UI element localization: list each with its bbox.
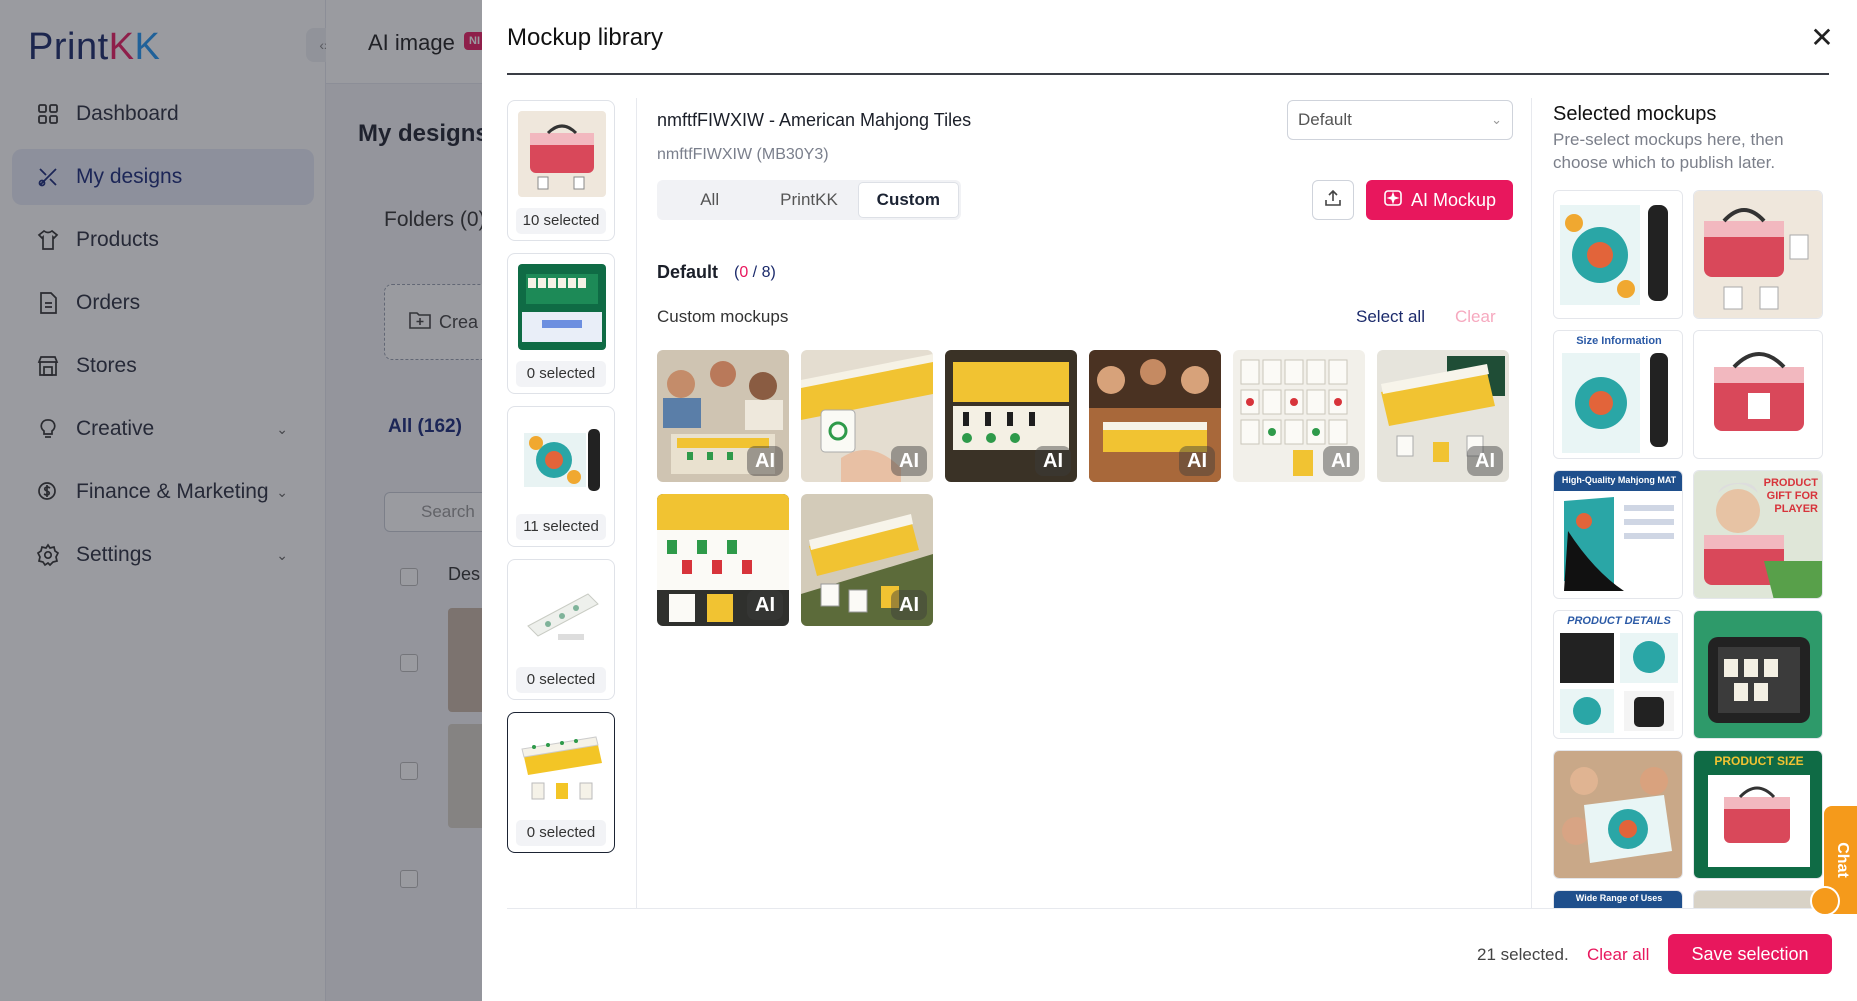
design-list: 10 selected 0 selected 11 selected 0 sel… (507, 100, 618, 865)
ai-badge: AI (747, 590, 783, 620)
selected-count: 11 selected (516, 514, 606, 540)
selected-mockup-caption: PRODUCT GIFT FOR PLAYER (1763, 477, 1818, 515)
design-thumbnail (518, 723, 606, 809)
selected-mockup-caption: PRODUCT DETAILS (1567, 615, 1671, 627)
upload-button[interactable] (1312, 180, 1354, 220)
design-thumbnail (518, 417, 606, 503)
selected-total: 21 selected. (1477, 945, 1569, 964)
ai-badge: AI (1179, 446, 1215, 476)
tab-custom[interactable]: Custom (858, 183, 958, 217)
design-sku: nmftfFIWXIW (MB30Y3) (657, 146, 829, 163)
mockup-tile[interactable]: AI (945, 350, 1077, 482)
design-thumbnail (518, 264, 606, 350)
selected-mockup-caption: High-Quality Mahjong MAT (1561, 475, 1677, 485)
selected-count: 0 selected (516, 361, 606, 387)
design-card[interactable]: 0 selected (507, 559, 615, 700)
selected-mockups-title: Selected mockups (1553, 103, 1717, 125)
selected-mockup-caption: Size Information (1576, 335, 1662, 347)
ai-badge: AI (1323, 446, 1359, 476)
clear-link[interactable]: Clear (1455, 307, 1496, 327)
design-card[interactable]: 11 selected (507, 406, 615, 547)
close-icon[interactable]: ✕ (1807, 22, 1837, 53)
mockup-library-modal: Mockup library ✕ 10 selected 0 selected … (482, 0, 1857, 1001)
design-card[interactable]: 10 selected (507, 100, 615, 241)
modal-title: Mockup library (507, 24, 664, 51)
select-all-link[interactable]: Select all (1356, 307, 1425, 327)
selected-mockup[interactable]: PRODUCT DETAILS (1553, 610, 1683, 739)
selected-count: 10 selected (516, 208, 606, 234)
design-name: nmftfFIWXIW - American Mahjong Tiles (657, 110, 972, 130)
selected-mockup[interactable] (1693, 890, 1823, 908)
mockup-tile[interactable]: AI (801, 494, 933, 626)
design-thumbnail (518, 111, 606, 197)
section-count: (0 / 8) (734, 264, 776, 281)
mockup-tile[interactable]: AI (657, 494, 789, 626)
mockup-tile[interactable]: AI (801, 350, 933, 482)
ai-mockup-button[interactable]: AI Mockup (1366, 180, 1513, 220)
mockup-tile[interactable]: AI (1233, 350, 1365, 482)
selected-mockup[interactable] (1693, 190, 1823, 319)
divider (507, 73, 1829, 75)
selected-mockup-caption: PRODUCT SIZE (1714, 754, 1804, 768)
ai-badge: AI (1035, 446, 1071, 476)
ai-badge: AI (891, 446, 927, 476)
sparkle-icon (1383, 188, 1405, 213)
custom-mockups-label: Custom mockups (657, 307, 789, 326)
selected-mockup[interactable] (1693, 330, 1823, 459)
save-selection-button[interactable]: Save selection (1668, 934, 1832, 974)
selected-mockup[interactable] (1553, 750, 1683, 879)
design-card[interactable]: 0 selected (507, 253, 615, 394)
selected-mockup-caption: Wide Range of Uses (1575, 893, 1663, 903)
clear-all-link[interactable]: Clear all (1587, 945, 1649, 965)
divider (1531, 98, 1532, 908)
selected-mockup[interactable]: PRODUCT GIFT FOR PLAYER (1693, 470, 1823, 599)
section-title: Default (657, 262, 719, 282)
ai-badge: AI (1467, 446, 1503, 476)
selected-count: 0 selected (516, 667, 606, 693)
upload-icon (1324, 189, 1342, 212)
selected-count: 0 selected (516, 820, 606, 846)
tab-all[interactable]: All (660, 183, 759, 217)
selected-mockup[interactable]: High-Quality Mahjong MAT (1553, 470, 1683, 599)
selected-mockups-description: Pre-select mockups here, then choose whi… (1553, 130, 1784, 172)
design-card[interactable]: 0 selected (507, 712, 615, 853)
chevron-down-icon: ⌄ (1491, 112, 1502, 127)
ai-badge: AI (747, 446, 783, 476)
ai-badge: AI (891, 590, 927, 620)
mockup-source-tabs: All PrintKK Custom (657, 180, 961, 220)
chat-bubble-icon[interactable] (1810, 886, 1840, 916)
divider (636, 98, 637, 908)
template-select-value: Default (1298, 110, 1352, 129)
ai-mockup-label: AI Mockup (1410, 189, 1497, 210)
mockup-tile[interactable]: AI (1377, 350, 1509, 482)
selected-mockups-grid: Size Information High-Quality Mahjong MA… (1553, 190, 1823, 908)
chat-label: Chat (1834, 842, 1851, 878)
template-select[interactable]: Default ⌄ (1287, 100, 1513, 140)
selected-mockup[interactable] (1693, 610, 1823, 739)
selected-mockup[interactable] (1553, 190, 1683, 319)
design-thumbnail (518, 570, 606, 656)
mockup-tile[interactable]: AI (1089, 350, 1221, 482)
selected-mockup[interactable]: Wide Range of Uses (1553, 890, 1683, 908)
selected-mockup[interactable]: Size Information (1553, 330, 1683, 459)
selected-mockup[interactable]: PRODUCT SIZE (1693, 750, 1823, 879)
divider (507, 908, 1829, 909)
tab-printkk[interactable]: PrintKK (759, 183, 858, 217)
mockup-tile[interactable]: AI (657, 350, 789, 482)
